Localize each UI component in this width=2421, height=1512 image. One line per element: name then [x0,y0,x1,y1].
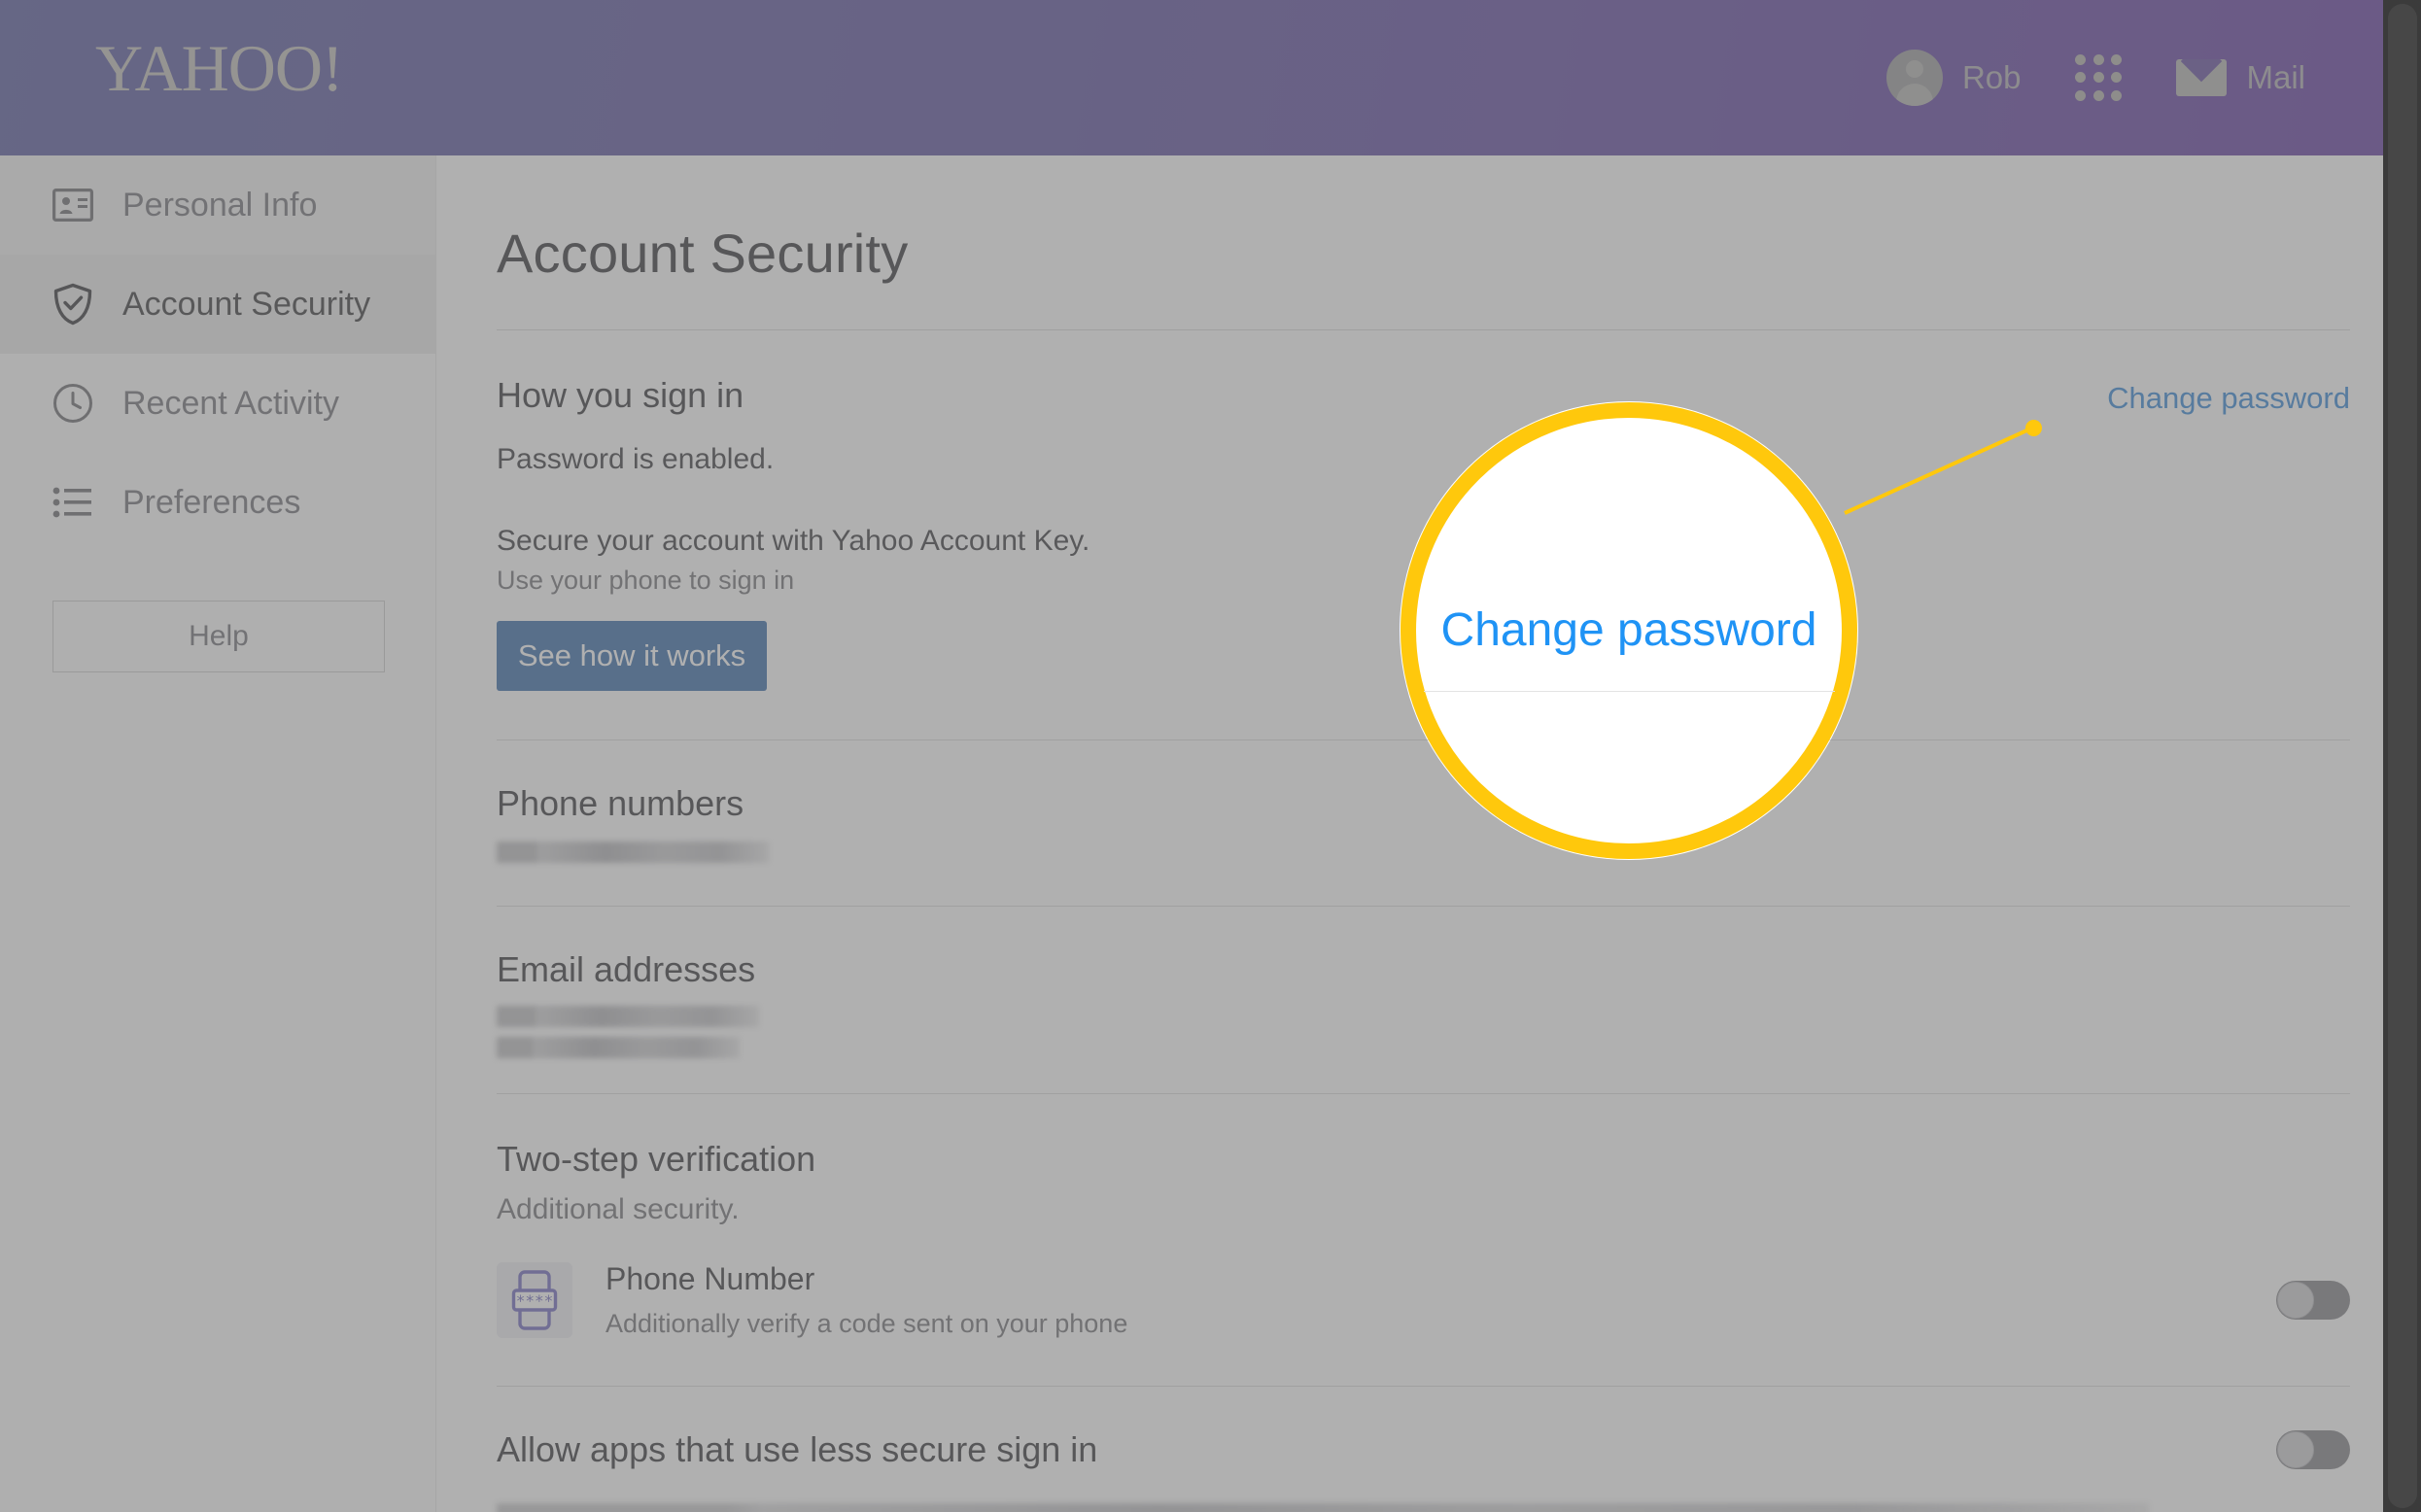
toggle-knob [2277,1431,2314,1468]
two-step-method-row: **** Phone Number Additionally verify a … [497,1261,2383,1339]
magnified-divider [1424,691,1835,692]
mail-button[interactable]: Mail [2149,0,2333,155]
section-less-secure-apps: Allow apps that use less secure sign in [497,1387,2383,1512]
section-title: How you sign in [497,375,744,415]
toggle-knob [2277,1282,2314,1319]
main-content: Account Security How you sign in Passwor… [436,155,2383,1512]
content-inner: Account Security How you sign in Passwor… [436,155,2383,1512]
redacted-email-value [497,1037,740,1058]
section-email-addresses: Email addresses [497,907,2383,1093]
vertical-scrollbar[interactable] [2383,0,2421,1512]
section-phone-numbers: Phone numbers [497,740,2383,906]
section-title: Two-step verification [497,1139,816,1179]
method-title: Phone Number [605,1261,815,1296]
phone-code-icon: **** [497,1262,572,1338]
page-title: Account Security [497,223,909,284]
sidebar-nav: Personal Info Account Security Recent Ac… [0,155,436,1512]
sidebar-item-account-security[interactable]: Account Security [0,255,435,354]
yahoo-logo[interactable]: YAHOO! [95,35,344,101]
sidebar-item-label: Personal Info [122,186,318,223]
section-title: Allow apps that use less secure sign in [497,1429,1098,1469]
sidebar-item-label: Recent Activity [122,384,339,422]
two-step-phone-toggle[interactable] [2276,1281,2350,1320]
apps-grid-icon [2075,54,2123,101]
magnified-change-password-label[interactable]: Change password [1414,603,1844,657]
sidebar-item-label: Account Security [122,285,371,323]
sidebar-item-personal-info[interactable]: Personal Info [0,155,435,255]
sidebar-item-label: Preferences [122,483,301,521]
section-how-you-sign-in: How you sign in Password is enabled. Cha… [497,330,2383,476]
less-secure-toggle[interactable] [2276,1430,2350,1469]
callout-dot [2025,420,2042,436]
password-status-text: Password is enabled. [497,443,775,475]
header-right-actions: Rob Mail [1859,0,2333,155]
mail-label: Mail [2246,59,2305,95]
less-secure-row: Allow apps that use less secure sign in [497,1429,2383,1470]
sidebar-item-recent-activity[interactable]: Recent Activity [0,354,435,453]
section-title: Phone numbers [497,783,744,823]
see-how-it-works-button[interactable]: See how it works [497,621,767,691]
avatar-icon [1885,50,1943,106]
envelope-icon [2176,59,2228,96]
help-button[interactable]: Help [52,601,385,672]
sidebar-item-preferences[interactable]: Preferences [0,453,435,552]
yahoo-logo-text: YAHOO! [95,31,344,105]
two-step-method-text: Phone Number Additionally verify a code … [605,1261,2276,1339]
list-icon [51,480,95,525]
section-two-step-verification: Two-step verification Additional securit… [497,1094,2383,1339]
help-button-label: Help [189,620,249,652]
user-account-button[interactable]: Rob [1859,0,2049,155]
user-name-label: Rob [1961,59,2022,95]
app-page: YAHOO! Rob Mail Personal Info Account Se… [0,0,2421,1512]
svg-text:****: **** [516,1291,554,1310]
contact-card-icon [51,183,95,227]
clock-icon [51,381,95,426]
see-how-it-works-label: See how it works [517,638,746,672]
method-subtitle: Additionally verify a code sent on your … [605,1309,1128,1338]
top-header: YAHOO! Rob Mail [0,0,2383,155]
scrollbar-thumb[interactable] [2388,4,2417,1508]
two-step-subtitle: Additional security. [497,1193,740,1225]
apps-launcher-button[interactable] [2048,0,2149,155]
section-title: Email addresses [497,949,756,989]
redacted-phone-value [497,842,769,863]
change-password-link[interactable]: Change password [2107,381,2350,416]
redacted-email-value [497,1006,759,1027]
shield-check-icon [51,282,95,326]
less-secure-description-clipped [497,1503,2149,1512]
